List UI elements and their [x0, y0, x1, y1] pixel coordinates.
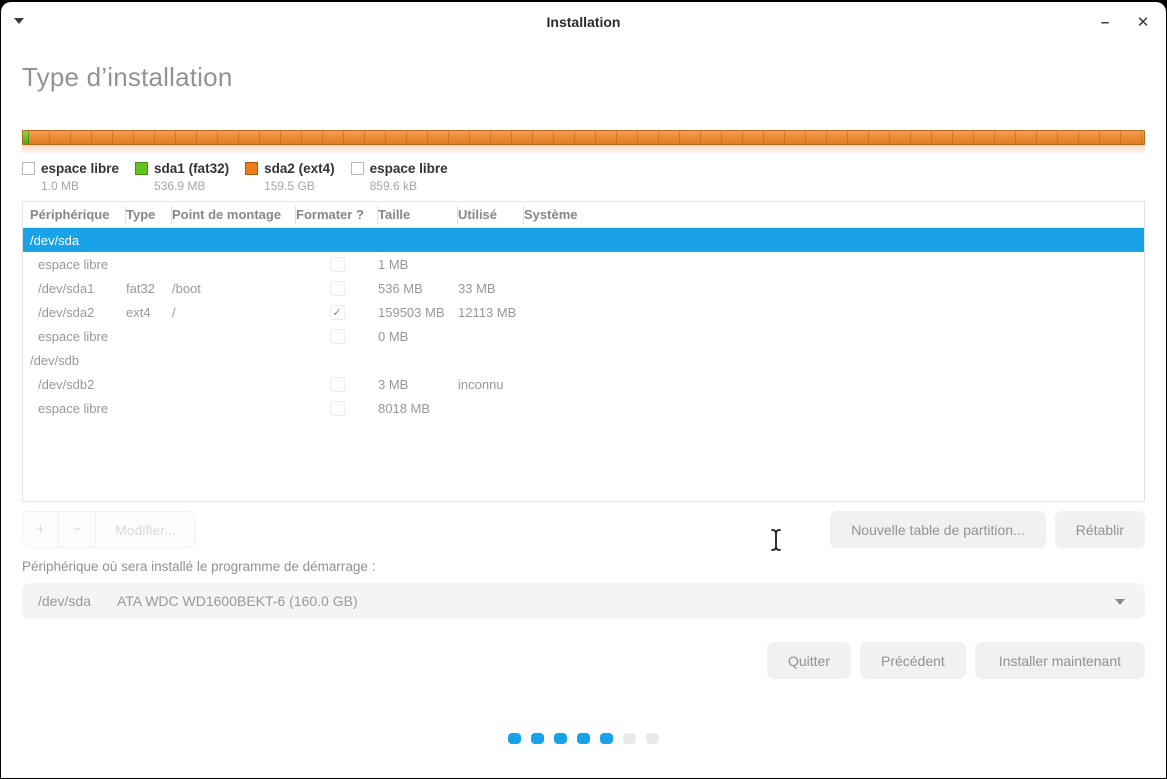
partition-usage-bar [22, 130, 1145, 155]
cell-device: /dev/sdb [30, 353, 126, 368]
footer-buttons: Quitter Précédent Installer maintenant [22, 642, 1145, 679]
cell-type: fat32 [126, 281, 172, 296]
cell-size: 8018 MB [378, 401, 458, 416]
page-title: Type d’installation [22, 62, 1145, 93]
legend-size: 536.9 MB [154, 179, 229, 193]
installer-window: Installation – ✕ Type d’installation esp… [1, 2, 1166, 778]
column-header-system[interactable]: Système [524, 206, 1144, 224]
legend-swatch [22, 162, 35, 175]
cell-used: inconnu [458, 377, 524, 392]
revert-button[interactable]: Rétablir [1055, 511, 1145, 548]
legend-item: espace libre 1.0 MB [22, 161, 119, 193]
cell-device: /dev/sda2 [30, 305, 126, 320]
format-checkbox-checked[interactable]: ✓ [330, 305, 345, 320]
progress-dot [623, 733, 636, 744]
table-row-dev-sda2[interactable]: /dev/sda2 ext4 / ✓ 159503 MB 12113 MB [23, 300, 1144, 324]
cell-device: espace libre [30, 257, 126, 272]
column-header-size[interactable]: Taille [378, 206, 458, 224]
legend-label: sda1 (fat32) [154, 161, 229, 176]
quit-button[interactable]: Quitter [767, 642, 851, 679]
cell-device: espace libre [30, 401, 126, 416]
format-checkbox[interactable] [330, 257, 345, 272]
table-row-dev-sda[interactable]: /dev/sda [23, 228, 1144, 252]
progress-dot [646, 733, 659, 744]
partition-toolbar: + − Modifier... Nouvelle table de partit… [22, 511, 1145, 548]
window-title: Installation [547, 14, 621, 30]
cell-size: 536 MB [378, 281, 458, 296]
cell-mount: /boot [172, 281, 296, 296]
cell-size: 3 MB [378, 377, 458, 392]
progress-dots [22, 733, 1145, 744]
close-button[interactable]: ✕ [1134, 13, 1152, 31]
screen: { "colors": { "accent_blue": "#18a3e8", … [0, 0, 1167, 779]
progress-dot [554, 733, 567, 744]
install-now-button[interactable]: Installer maintenant [975, 642, 1145, 679]
chevron-down-icon [1115, 599, 1125, 605]
format-checkbox[interactable] [330, 377, 345, 392]
table-row-dev-sdb2[interactable]: /dev/sdb2 3 MB inconnu [23, 372, 1144, 396]
column-header-format[interactable]: Formater ? [296, 206, 378, 224]
remove-partition-button[interactable]: − [59, 511, 96, 548]
modify-partition-button[interactable]: Modifier... [96, 511, 196, 548]
legend-swatch [135, 162, 148, 175]
progress-dot [577, 733, 590, 744]
table-row-dev-sdb[interactable]: /dev/sdb [23, 348, 1144, 372]
legend-item: espace libre 859.6 kB [351, 161, 448, 193]
cell-size: 1 MB [378, 257, 458, 272]
column-header-type[interactable]: Type [126, 206, 172, 224]
window-menu-arrow-icon[interactable] [14, 18, 24, 24]
legend-size: 1.0 MB [41, 179, 119, 193]
partition-legend: espace libre 1.0 MB sda1 (fat32) 536.9 M… [22, 161, 1145, 193]
column-header-used[interactable]: Utilisé [458, 206, 524, 224]
cell-size: 0 MB [378, 329, 458, 344]
legend-label: espace libre [370, 161, 448, 176]
legend-item: sda2 (ext4) 159.5 GB [245, 161, 335, 193]
format-checkbox[interactable] [330, 401, 345, 416]
progress-dot [531, 733, 544, 744]
column-header-device[interactable]: Périphérique [30, 206, 126, 224]
progress-dot [508, 733, 521, 744]
format-checkbox[interactable] [330, 329, 345, 344]
table-row-free-space[interactable]: espace libre 1 MB [23, 252, 1144, 276]
cell-device: /dev/sda [30, 233, 126, 248]
legend-size: 859.6 kB [370, 179, 448, 193]
table-row-dev-sda1[interactable]: /dev/sda1 fat32 /boot 536 MB 33 MB [23, 276, 1144, 300]
cell-mount: / [172, 305, 296, 320]
bootloader-device-description: ATA WDC WD1600BEKT-6 (160.0 GB) [117, 593, 358, 609]
titlebar: Installation – ✕ [1, 2, 1166, 42]
table-row-free-space[interactable]: espace libre 0 MB [23, 324, 1144, 348]
column-header-mount[interactable]: Point de montage [172, 206, 296, 224]
cell-device: /dev/sdb2 [30, 377, 126, 392]
cell-used: 12113 MB [458, 305, 524, 320]
partition-bar-reflection [22, 145, 1145, 155]
text-cursor-icon [768, 527, 784, 553]
back-button[interactable]: Précédent [860, 642, 966, 679]
legend-size: 159.5 GB [264, 179, 335, 193]
edit-button-group: + − Modifier... [22, 511, 196, 548]
legend-swatch [351, 162, 364, 175]
partition-table: Périphérique Type Point de montage Forma… [22, 201, 1145, 502]
cell-device: /dev/sda1 [30, 281, 126, 296]
legend-label: espace libre [41, 161, 119, 176]
new-partition-table-button[interactable]: Nouvelle table de partition... [830, 511, 1046, 548]
format-checkbox[interactable] [330, 281, 345, 296]
bootloader-device-select[interactable]: /dev/sda ATA WDC WD1600BEKT-6 (160.0 GB) [22, 583, 1145, 619]
add-partition-button[interactable]: + [22, 511, 59, 548]
cell-type: ext4 [126, 305, 172, 320]
bootloader-label: Périphérique où sera installé le program… [22, 559, 1145, 574]
table-header: Périphérique Type Point de montage Forma… [23, 202, 1144, 228]
bootloader-device: /dev/sda [38, 593, 91, 609]
cell-device: espace libre [30, 329, 126, 344]
table-row-free-space[interactable]: espace libre 8018 MB [23, 396, 1144, 420]
legend-label: sda2 (ext4) [264, 161, 335, 176]
cell-size: 159503 MB [378, 305, 458, 320]
progress-dot [600, 733, 613, 744]
legend-item: sda1 (fat32) 536.9 MB [135, 161, 229, 193]
minimize-button[interactable]: – [1096, 14, 1114, 31]
cell-used: 33 MB [458, 281, 524, 296]
legend-swatch [245, 162, 258, 175]
partition-bar-segment-sda2 [29, 131, 1144, 144]
